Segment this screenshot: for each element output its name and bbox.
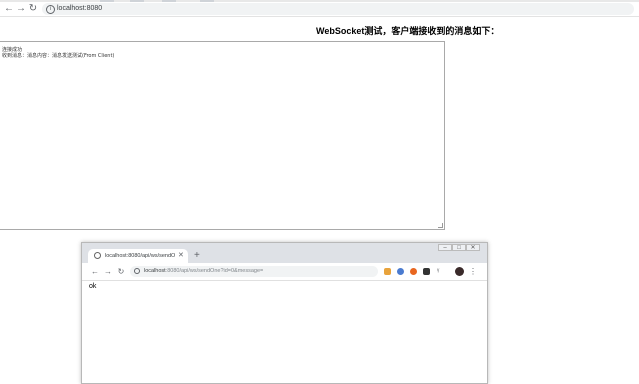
message-textarea[interactable]: 连接成功 收到消息：消息内容：消息发送测试(From Client) (0, 41, 445, 230)
close-window-icon[interactable]: ✕ (466, 244, 480, 251)
reload-icon[interactable]: ↻ (27, 3, 39, 15)
page-title: WebSocket测试，客户端接收到的消息如下： (316, 26, 500, 36)
info-icon[interactable]: i (46, 5, 55, 14)
address-url[interactable]: localhost:8080/api/ws/sendOne?id=0&messa… (144, 266, 263, 277)
tab-close-icon[interactable]: ✕ (178, 250, 184, 262)
window-toolbar: ← → ↻ localhost:8080/api/ws/sendOne?id=0… (82, 263, 487, 281)
maximize-icon[interactable]: □ (452, 244, 466, 251)
back-arrow-icon[interactable]: ← (90, 266, 100, 277)
extension-icon[interactable] (397, 268, 404, 275)
address-bar[interactable]: localhost:8080/api/ws/sendOne?id=0&messa… (130, 266, 378, 277)
info-icon (134, 268, 140, 274)
menu-icon[interactable]: ⋮ (469, 266, 477, 277)
message-line: 收到消息：消息内容：消息发送测试(From Client) (2, 53, 115, 59)
url-host: localhost (144, 268, 166, 274)
minimize-icon[interactable]: – (438, 244, 452, 251)
browser-tab[interactable]: localhost:8080/api/ws/sendO ✕ (88, 249, 188, 263)
second-browser-window: – □ ✕ localhost:8080/api/ws/sendO ✕ + ← … (81, 242, 488, 384)
browser-toolbar: ← → ↻ i localhost:8080 (0, 2, 639, 17)
extension-icon[interactable] (410, 268, 417, 275)
address-url[interactable]: localhost:8080 (57, 4, 102, 14)
response-text: ok (89, 283, 97, 290)
reload-icon[interactable]: ↻ (116, 266, 126, 277)
window-titlebar: – □ ✕ localhost:8080/api/ws/sendO ✕ + (82, 243, 487, 263)
profile-icon[interactable] (455, 267, 464, 276)
tab-title: localhost:8080/api/ws/sendO (105, 253, 175, 259)
resize-grip-icon[interactable] (438, 223, 443, 228)
extension-icon[interactable] (384, 268, 391, 275)
forward-arrow-icon[interactable]: → (15, 3, 27, 15)
forward-arrow-icon[interactable]: → (103, 266, 113, 277)
globe-icon (94, 252, 101, 259)
extension-icon[interactable] (423, 268, 430, 275)
back-arrow-icon[interactable]: ← (3, 3, 15, 15)
new-tab-icon[interactable]: + (194, 250, 200, 262)
message-list: 连接成功 收到消息：消息内容：消息发送测试(From Client) (0, 47, 114, 59)
address-bar[interactable]: i localhost:8080 (42, 3, 634, 15)
extension-icon[interactable]: ᵞ (437, 266, 439, 277)
url-path: :8080/api/ws/sendOne?id=0&message= (165, 268, 264, 274)
